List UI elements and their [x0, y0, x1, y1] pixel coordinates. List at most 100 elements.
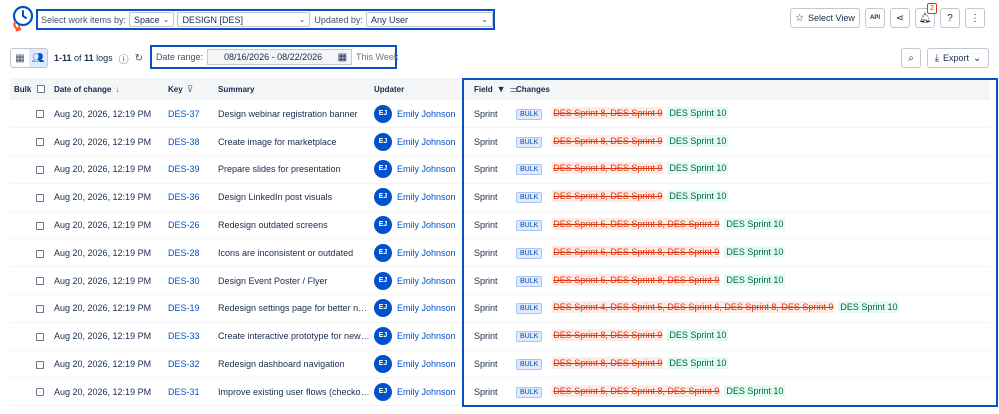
issue-key-link[interactable]: DES-39 [164, 155, 214, 184]
bulk-tag: BULK [516, 164, 543, 176]
changes-cell: BULK DES Sprint 8, DES Sprint 9 DES Sprint… [512, 350, 990, 379]
updater-link[interactable]: Emily Johnson [397, 303, 456, 313]
old-value: DES Sprint 8, DES Sprint 9 [552, 190, 664, 203]
table-row[interactable]: Aug 20, 2026, 12:19 PM DES-28 Icons are in… [10, 238, 990, 268]
table-row[interactable]: Aug 20, 2026, 12:19 PM DES-37 Design webin… [10, 100, 990, 129]
refresh-icon[interactable]: ↻ [135, 53, 143, 64]
table-view-icon[interactable]: ▦ [11, 49, 29, 67]
filter-icon[interactable]: ⊽ [187, 84, 194, 94]
filter-bar: Select work items by: Space ⌄ DESIGN [DE… [36, 9, 495, 30]
row-checkbox[interactable] [36, 249, 44, 258]
row-checkbox[interactable] [36, 277, 44, 286]
table-row[interactable]: Aug 20, 2026, 12:19 PM DES-32 Redesign das… [10, 350, 990, 379]
table-row[interactable]: Aug 20, 2026, 12:19 PM DES-19 Redesign set… [10, 294, 990, 323]
notifications-button[interactable]: 🔔︎ 2 [915, 3, 937, 28]
issue-key-link[interactable]: DES-28 [164, 238, 214, 268]
row-checkbox[interactable] [36, 221, 44, 230]
row-checkbox[interactable] [36, 305, 44, 314]
summary-cell: Icons are inconsistent or outdated [214, 238, 370, 268]
date-preset-label[interactable]: This Week [352, 52, 398, 62]
project-select-value: DESIGN [DES] [182, 14, 243, 25]
table-row[interactable]: Aug 20, 2026, 12:19 PM DES-36 Design Linke… [10, 183, 990, 212]
help-button[interactable]: ? [940, 8, 960, 28]
row-checkbox[interactable] [36, 332, 44, 341]
table-row[interactable]: Aug 20, 2026, 12:19 PM DES-26 Redesign out… [10, 211, 990, 240]
api-label: API [869, 15, 880, 21]
bulk-tag: BULK [516, 108, 543, 120]
table-row[interactable]: Aug 20, 2026, 12:19 PM DES-30 Design Event… [10, 266, 990, 296]
updater-link[interactable]: Emily Johnson [397, 109, 456, 119]
updater-link[interactable]: Emily Johnson [397, 387, 456, 397]
column-header-bulk: Bulk [10, 78, 50, 100]
bulk-cell [10, 266, 50, 296]
issue-key-link[interactable]: DES-31 [164, 377, 214, 407]
issue-key-link[interactable]: DES-38 [164, 127, 214, 157]
column-header-date[interactable]: Date of change ↓ [50, 78, 164, 100]
space-select[interactable]: Space ⌄ [129, 12, 175, 27]
updater-cell: EJ Emily Johnson [370, 266, 470, 296]
issue-key-link[interactable]: DES-19 [164, 294, 214, 323]
avatar: EJ [374, 160, 392, 179]
row-checkbox[interactable] [36, 166, 44, 175]
updated-by-select[interactable]: Any User ⌄ [365, 12, 493, 27]
summary-cell: Design Event Poster / Flyer [214, 266, 370, 296]
project-select[interactable]: DESIGN [DES] ⌄ [177, 12, 311, 27]
export-button[interactable]: ⤓ Export ⌄ [927, 48, 989, 68]
column-header-key[interactable]: Key ⊽ [164, 78, 214, 100]
updater-link[interactable]: Emily Johnson [397, 192, 456, 202]
summary-cell: Redesign outdated screens [214, 211, 370, 240]
updater-link[interactable]: Emily Johnson [397, 220, 456, 230]
bulk-tag: BULK [516, 247, 543, 259]
select-view-button[interactable]: ☆ Select View [790, 8, 860, 28]
api-button[interactable]: API [865, 8, 885, 28]
updater-link[interactable]: Emily Johnson [397, 359, 456, 369]
column-header-field[interactable]: Field ▼ ⚌ [470, 78, 518, 100]
table-row[interactable]: Aug 20, 2026, 12:19 PM DES-31 Improve exis… [10, 377, 990, 407]
more-menu-button[interactable]: ⋮ [965, 8, 985, 28]
info-icon[interactable]: ⓘ [119, 51, 129, 66]
summary-cell: Create image for marketplace [214, 127, 370, 157]
grouped-view-icon[interactable]: 👥︎ [29, 49, 47, 67]
filter-icon[interactable]: ▼ [497, 84, 506, 94]
date-cell: Aug 20, 2026, 12:19 PM [50, 183, 164, 212]
field-cell: Sprint [470, 377, 512, 407]
issue-key-link[interactable]: DES-33 [164, 322, 214, 351]
field-cell: Sprint [470, 266, 512, 296]
updater-link[interactable]: Emily Johnson [397, 331, 456, 341]
changes-cell: BULK DES Sprint 8, DES Sprint 9 DES Sprint… [512, 155, 990, 184]
row-checkbox[interactable] [36, 193, 44, 202]
avatar: EJ [374, 132, 392, 151]
table-row[interactable]: Aug 20, 2026, 12:19 PM DES-33 Create inter… [10, 322, 990, 351]
issue-key-link[interactable]: DES-26 [164, 211, 214, 240]
table-row[interactable]: Aug 20, 2026, 12:19 PM DES-38 Create image… [10, 127, 990, 157]
field-cell: Sprint [470, 350, 512, 379]
issue-key-link[interactable]: DES-32 [164, 350, 214, 379]
changes-cell: BULK DES Sprint 8, DES Sprint 9 DES Sprint… [512, 322, 990, 351]
updater-link[interactable]: Emily Johnson [397, 276, 456, 286]
row-checkbox[interactable] [36, 360, 44, 369]
calendar-icon[interactable]: ▦ [338, 52, 347, 63]
old-value: DES Sprint 4, DES Sprint 5, DES Sprint 6… [552, 301, 835, 314]
issue-key-link[interactable]: DES-36 [164, 183, 214, 212]
share-button[interactable]: ⋖ [890, 8, 910, 28]
bulk-cell [10, 100, 50, 129]
date-range-input[interactable]: 08/16/2026 - 08/22/2026 ▦ [207, 49, 353, 65]
updater-link[interactable]: Emily Johnson [397, 164, 456, 174]
date-cell: Aug 20, 2026, 12:19 PM [50, 322, 164, 351]
changes-cell: BULK DES Sprint 6, DES Sprint 8, DES Spri… [512, 238, 990, 268]
row-checkbox[interactable] [36, 138, 44, 147]
pagination-count: 1-11 of 11 logs [54, 53, 113, 63]
date-cell: Aug 20, 2026, 12:19 PM [50, 266, 164, 296]
issue-key-link[interactable]: DES-37 [164, 100, 214, 129]
sort-down-icon[interactable]: ↓ [115, 84, 120, 94]
table-row[interactable]: Aug 20, 2026, 12:19 PM DES-39 Prepare slid… [10, 155, 990, 184]
row-checkbox[interactable] [36, 110, 44, 119]
of-text: of [74, 53, 82, 63]
row-checkbox[interactable] [36, 388, 44, 397]
updater-link[interactable]: Emily Johnson [397, 137, 456, 147]
search-button[interactable]: ⌕ [901, 48, 921, 68]
issue-key-link[interactable]: DES-30 [164, 266, 214, 296]
new-value: DES Sprint 10 [667, 190, 729, 203]
select-all-checkbox[interactable] [36, 85, 45, 94]
updater-link[interactable]: Emily Johnson [397, 248, 456, 258]
